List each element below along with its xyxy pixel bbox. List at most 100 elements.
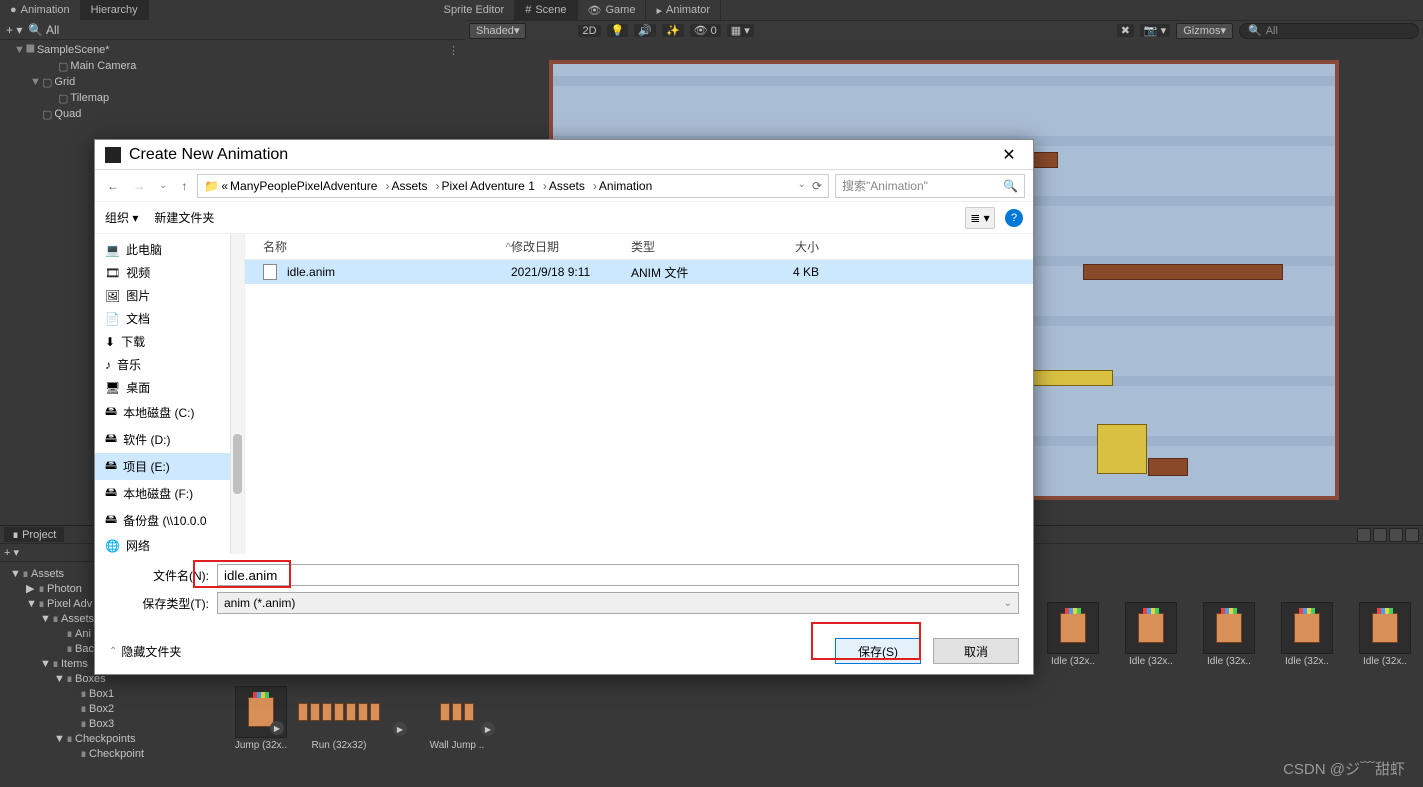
sidebar-item[interactable]: ⬇下载 bbox=[95, 330, 244, 353]
savetype-label: 保存类型(T): bbox=[109, 595, 209, 612]
asset-item[interactable]: Idle (32x.. bbox=[1200, 602, 1258, 667]
unity-icon: ⯀ bbox=[26, 44, 35, 57]
asset-item[interactable]: Idle (32x.. bbox=[1356, 602, 1414, 667]
breadcrumb-item[interactable]: Assets bbox=[391, 179, 439, 193]
tab-animator[interactable]: ▸ Animator bbox=[646, 0, 721, 20]
tab-hierarchy[interactable]: Hierarchy bbox=[81, 0, 149, 20]
tab-game[interactable]: 👁 Game bbox=[578, 0, 647, 20]
file-icon bbox=[263, 264, 277, 280]
asset-item-walljump[interactable]: ▶ Wall Jump .. bbox=[428, 686, 486, 751]
hierarchy-item[interactable]: ▢ Tilemap bbox=[0, 90, 465, 106]
view-mode-button[interactable]: ≣ ▾ bbox=[965, 207, 995, 229]
lighting-icon[interactable]: 💡 bbox=[607, 24, 629, 37]
organize-menu[interactable]: 组织 ▾ bbox=[105, 209, 138, 226]
hidden-count-icon[interactable]: 👁 0 bbox=[690, 24, 721, 37]
breadcrumb[interactable]: 📁 « ManyPeoplePixelAdventureAssetsPixel … bbox=[197, 174, 829, 198]
project-tree-item[interactable]: ∎ Box3 bbox=[0, 716, 212, 731]
file-row[interactable]: idle.anim 2021/9/18 9:11 ANIM 文件 4 KB bbox=[245, 260, 1033, 284]
asset-filter-icon[interactable] bbox=[1357, 528, 1371, 542]
folder-icon: 📁 bbox=[204, 179, 219, 193]
sidebar-item[interactable]: 📄文档 bbox=[95, 307, 244, 330]
breadcrumb-dropdown-icon[interactable]: ⌄ bbox=[798, 179, 806, 193]
tab-scene[interactable]: # Scene bbox=[515, 0, 577, 20]
nav-up-icon[interactable]: ↑ bbox=[177, 177, 191, 195]
tab-sprite-editor[interactable]: Sprite Editor bbox=[434, 0, 516, 20]
breadcrumb-item[interactable]: Animation bbox=[599, 179, 660, 193]
tab-project[interactable]: ∎ Project bbox=[4, 527, 64, 542]
sidebar-item[interactable]: 💻此电脑 bbox=[95, 238, 244, 261]
asset-item-run[interactable]: ▶ Run (32x32) bbox=[310, 686, 368, 751]
search-icon: 🔍 bbox=[28, 23, 43, 37]
watermark: CSDN @ジ﹋甜虾 bbox=[1283, 758, 1405, 779]
savetype-select[interactable]: anim (*.anim)⌄ bbox=[217, 592, 1019, 614]
audio-icon[interactable]: 🔊 bbox=[634, 24, 656, 37]
shading-dropdown[interactable]: Shaded ▾ bbox=[469, 23, 526, 39]
asset-visibility-icon[interactable] bbox=[1373, 528, 1387, 542]
save-button[interactable]: 保存(S) bbox=[835, 638, 921, 664]
dialog-title: Create New Animation bbox=[129, 146, 288, 164]
breadcrumb-item[interactable]: Assets bbox=[549, 179, 597, 193]
asset-slider-icon[interactable] bbox=[1405, 528, 1419, 542]
camera-icon[interactable]: 📷 ▾ bbox=[1140, 24, 1170, 37]
save-dialog: Create New Animation ✕ ← → ⌄ ↑ 📁 « ManyP… bbox=[94, 139, 1034, 675]
hierarchy-item[interactable]: ▢ Quad bbox=[0, 106, 465, 122]
sidebar-item[interactable]: 🖴备份盘 (\\10.0.0 bbox=[95, 507, 244, 534]
refresh-icon[interactable]: ⟳ bbox=[812, 179, 822, 193]
filename-input[interactable] bbox=[217, 564, 1019, 586]
dialog-command-bar: 组织 ▾ 新建文件夹 ≣ ▾ ? bbox=[95, 202, 1033, 234]
asset-strip-top: Idle (32x.. Idle (32x.. Idle (32x.. Idle (3… bbox=[1044, 602, 1423, 667]
breadcrumb-item[interactable]: ManyPeoplePixelAdventure bbox=[230, 179, 389, 193]
sidebar-item[interactable]: ♪音乐 bbox=[95, 353, 244, 376]
asset-strip-bottom: ▶ Jump (32x.. ▶ Run (32x32) ▶ Wall Jump … bbox=[232, 686, 1423, 751]
project-tree-item[interactable]: ∎ Box2 bbox=[0, 701, 212, 716]
top-tab-strip: ● Animation Hierarchy Sprite Editor # Sc… bbox=[0, 0, 1423, 20]
sidebar-item[interactable]: 🎞视频 bbox=[95, 261, 244, 284]
fx-icon[interactable]: ✨ bbox=[662, 24, 684, 37]
grid-icon[interactable]: ▦ ▾ bbox=[727, 24, 754, 37]
sidebar-item[interactable]: 🖴软件 (D:) bbox=[95, 426, 244, 453]
sidebar-scrollbar[interactable] bbox=[230, 234, 244, 554]
help-icon[interactable]: ? bbox=[1005, 209, 1023, 227]
hierarchy-scene-row[interactable]: ▼ ⯀ SampleScene* ⋮ bbox=[0, 42, 465, 58]
project-add-button[interactable]: + ▾ bbox=[4, 546, 19, 559]
nav-back-icon[interactable]: ← bbox=[103, 177, 123, 195]
sidebar-item[interactable]: 🌐网络 bbox=[95, 534, 244, 554]
hide-folders-toggle[interactable]: ⌃ 隐藏文件夹 bbox=[109, 643, 181, 660]
hierarchy-item[interactable]: ▼▢ Grid bbox=[0, 74, 465, 90]
sidebar-item[interactable]: 🖼图片 bbox=[95, 284, 244, 307]
filename-label: 文件名(N): bbox=[109, 567, 209, 584]
search-icon: 🔍 bbox=[1003, 179, 1018, 193]
file-list-header[interactable]: 名称^ 修改日期 类型 大小 bbox=[245, 234, 1033, 260]
close-button[interactable]: ✕ bbox=[995, 141, 1023, 169]
asset-star-icon[interactable] bbox=[1389, 528, 1403, 542]
tools-icon[interactable]: ✖ bbox=[1117, 24, 1134, 37]
sidebar-item[interactable]: 🖴本地磁盘 (F:) bbox=[95, 480, 244, 507]
asset-item[interactable]: Idle (32x.. bbox=[1122, 602, 1180, 667]
asset-item[interactable]: Idle (32x.. bbox=[1044, 602, 1102, 667]
gizmos-dropdown[interactable]: Gizmos ▾ bbox=[1176, 23, 1233, 39]
play-icon: ▶ bbox=[393, 722, 407, 736]
sidebar-item[interactable]: 🖴本地磁盘 (C:) bbox=[95, 399, 244, 426]
project-tree-item[interactable]: ∎ Box1 bbox=[0, 686, 212, 701]
project-tree-item[interactable]: ▼∎ Checkpoints bbox=[0, 731, 212, 746]
breadcrumb-item[interactable]: Pixel Adventure 1 bbox=[441, 179, 546, 193]
tab-animation[interactable]: ● Animation bbox=[0, 0, 81, 20]
new-folder-button[interactable]: 新建文件夹 bbox=[154, 209, 214, 226]
play-icon: ▶ bbox=[481, 722, 495, 736]
nav-recent-icon[interactable]: ⌄ bbox=[155, 178, 171, 193]
hierarchy-row-menu-icon[interactable]: ⋮ bbox=[448, 44, 465, 57]
assets-toolbar-right bbox=[1357, 526, 1419, 544]
add-button[interactable]: + ▾ bbox=[6, 23, 22, 37]
mode-2d-toggle[interactable]: 2D bbox=[578, 25, 600, 37]
hierarchy-search[interactable]: 🔍 All bbox=[28, 23, 459, 37]
dialog-search[interactable]: 搜索"Animation" 🔍 bbox=[835, 174, 1025, 198]
asset-item[interactable]: Idle (32x.. bbox=[1278, 602, 1336, 667]
nav-forward-icon[interactable]: → bbox=[129, 177, 149, 195]
dialog-sidebar: 💻此电脑🎞视频🖼图片📄文档⬇下载♪音乐🖥桌面🖴本地磁盘 (C:)🖴软件 (D:)… bbox=[95, 234, 245, 554]
cancel-button[interactable]: 取消 bbox=[933, 638, 1019, 664]
sidebar-item[interactable]: 🖥桌面 bbox=[95, 376, 244, 399]
project-tree-item[interactable]: ∎ Checkpoint bbox=[0, 746, 212, 761]
scene-search[interactable]: 🔍 All bbox=[1239, 23, 1419, 39]
sidebar-item[interactable]: 🖴项目 (E:) bbox=[95, 453, 244, 480]
hierarchy-item[interactable]: ▢ Main Camera bbox=[0, 58, 465, 74]
